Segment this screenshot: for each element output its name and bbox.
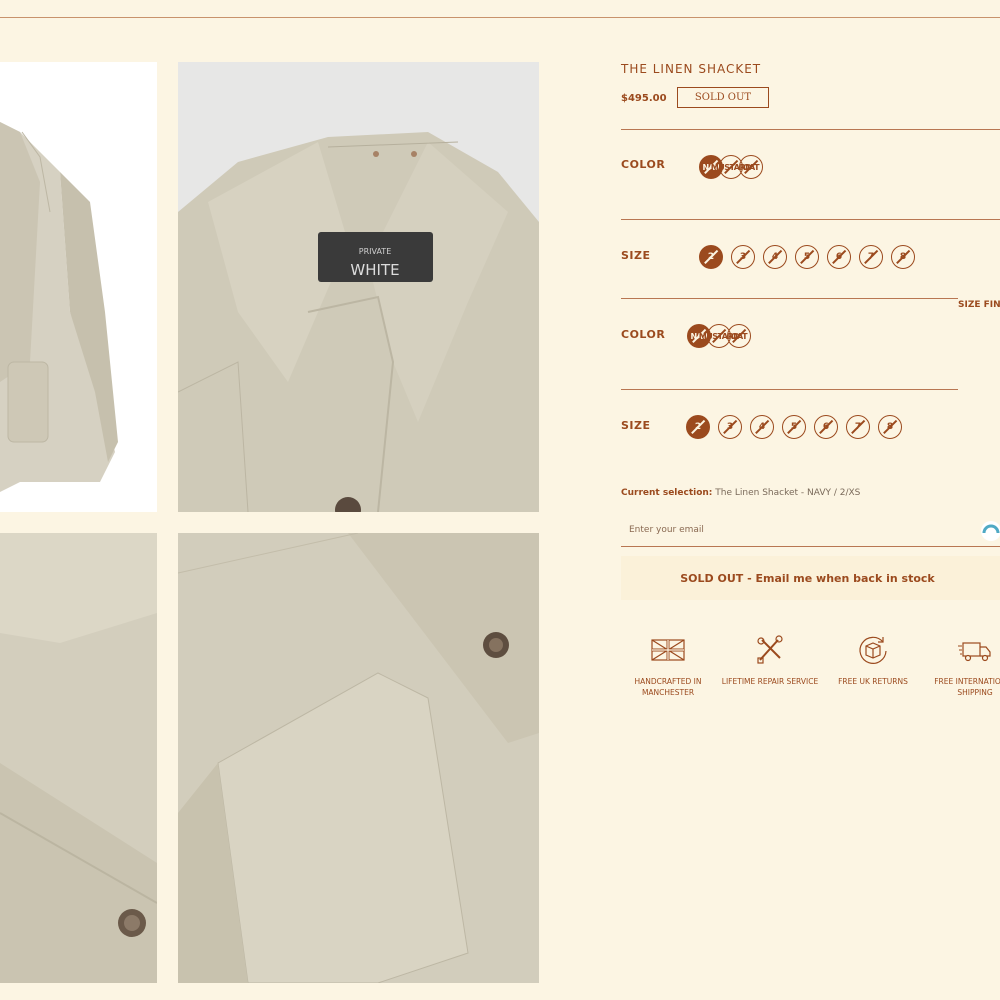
current-selection: Current selection: The Linen Shacket - N… [621, 488, 860, 498]
divider [621, 219, 1000, 220]
size-swatch-7[interactable]: 7 [846, 415, 870, 439]
feature-returns: FREE UK RETURNS [823, 632, 923, 687]
color-swatches-2: NAV MUSTARD OAT [687, 324, 751, 348]
delivery-truck-icon [958, 642, 991, 662]
size-swatch-6[interactable]: 6 [827, 245, 851, 269]
feature-handcrafted: HANDCRAFTED IN MANCHESTER [618, 632, 718, 698]
sold-out-badge: SOLD OUT [677, 87, 769, 108]
divider [621, 129, 1000, 130]
color-label: COLOR [621, 158, 666, 171]
notify-back-in-stock-button[interactable]: SOLD OUT - Email me when back in stock [621, 556, 1000, 600]
product-price: $495.00 [621, 93, 667, 104]
feature-repair: LIFETIME REPAIR SERVICE [720, 632, 820, 687]
feature-label: HANDCRAFTED IN MANCHESTER [634, 677, 702, 697]
size-swatch-4[interactable]: 4 [763, 245, 787, 269]
product-photo-pocket[interactable] [178, 533, 539, 983]
divider [621, 389, 958, 390]
header-divider [0, 17, 1000, 18]
current-selection-label: Current selection: [621, 488, 713, 498]
size-swatch-2[interactable]: 2 [686, 415, 710, 439]
size-swatch-6[interactable]: 6 [814, 415, 838, 439]
size-guide-link[interactable]: SIZE FIN [958, 300, 1000, 310]
size-swatches-1: 2 3 4 5 6 7 8 [699, 245, 923, 269]
color-swatch-mustard[interactable]: MUSTARD [711, 155, 752, 179]
uk-flag-icon [651, 639, 685, 661]
size-swatch-5[interactable]: 5 [795, 245, 819, 269]
size-swatch-3[interactable]: 3 [718, 415, 742, 439]
product-photo-front[interactable] [0, 62, 157, 512]
email-input[interactable] [621, 514, 1000, 547]
size-swatch-8[interactable]: 8 [891, 245, 915, 269]
size-swatch-3[interactable]: 3 [731, 245, 755, 269]
size-label: SIZE [621, 249, 651, 262]
product-photo-collar[interactable]: PRIVATE WHITE [178, 62, 539, 512]
size-swatches-2: 2 3 4 5 6 7 8 [686, 415, 910, 439]
label-brand-small: PRIVATE [359, 247, 392, 256]
feature-label: LIFETIME REPAIR SERVICE [721, 677, 819, 686]
feature-label: FREE UK RETURNS [838, 677, 908, 686]
product-title: THE LINEN SHACKET [621, 62, 762, 76]
size-swatch-4[interactable]: 4 [750, 415, 774, 439]
feature-shipping: FREE INTERNATIONAL SHIPPING [925, 632, 1000, 698]
size-swatch-2[interactable]: 2 [699, 245, 723, 269]
size-swatch-5[interactable]: 5 [782, 415, 806, 439]
size-swatch-8[interactable]: 8 [878, 415, 902, 439]
feature-label: FREE INTERNATIONAL SHIPPING [934, 677, 1000, 697]
color-label-secondary: COLOR [621, 328, 666, 341]
color-swatches-1: NAV MUSTARD OAT [699, 155, 763, 179]
current-selection-value: The Linen Shacket - NAVY / 2/XS [715, 488, 861, 498]
product-photo-sleeve[interactable] [0, 533, 157, 983]
label-brand-large: WHITE [350, 261, 399, 279]
color-swatch-oat[interactable]: OAT [727, 324, 751, 348]
divider [621, 298, 958, 299]
returns-box-icon [859, 636, 887, 664]
color-swatch-mustard[interactable]: MUSTARD [699, 324, 740, 348]
size-swatch-7[interactable]: 7 [859, 245, 883, 269]
repair-tools-icon [757, 635, 783, 664]
loading-spinner-icon [981, 521, 1000, 541]
color-swatch-oat[interactable]: OAT [739, 155, 763, 179]
size-label-secondary: SIZE [621, 419, 651, 432]
